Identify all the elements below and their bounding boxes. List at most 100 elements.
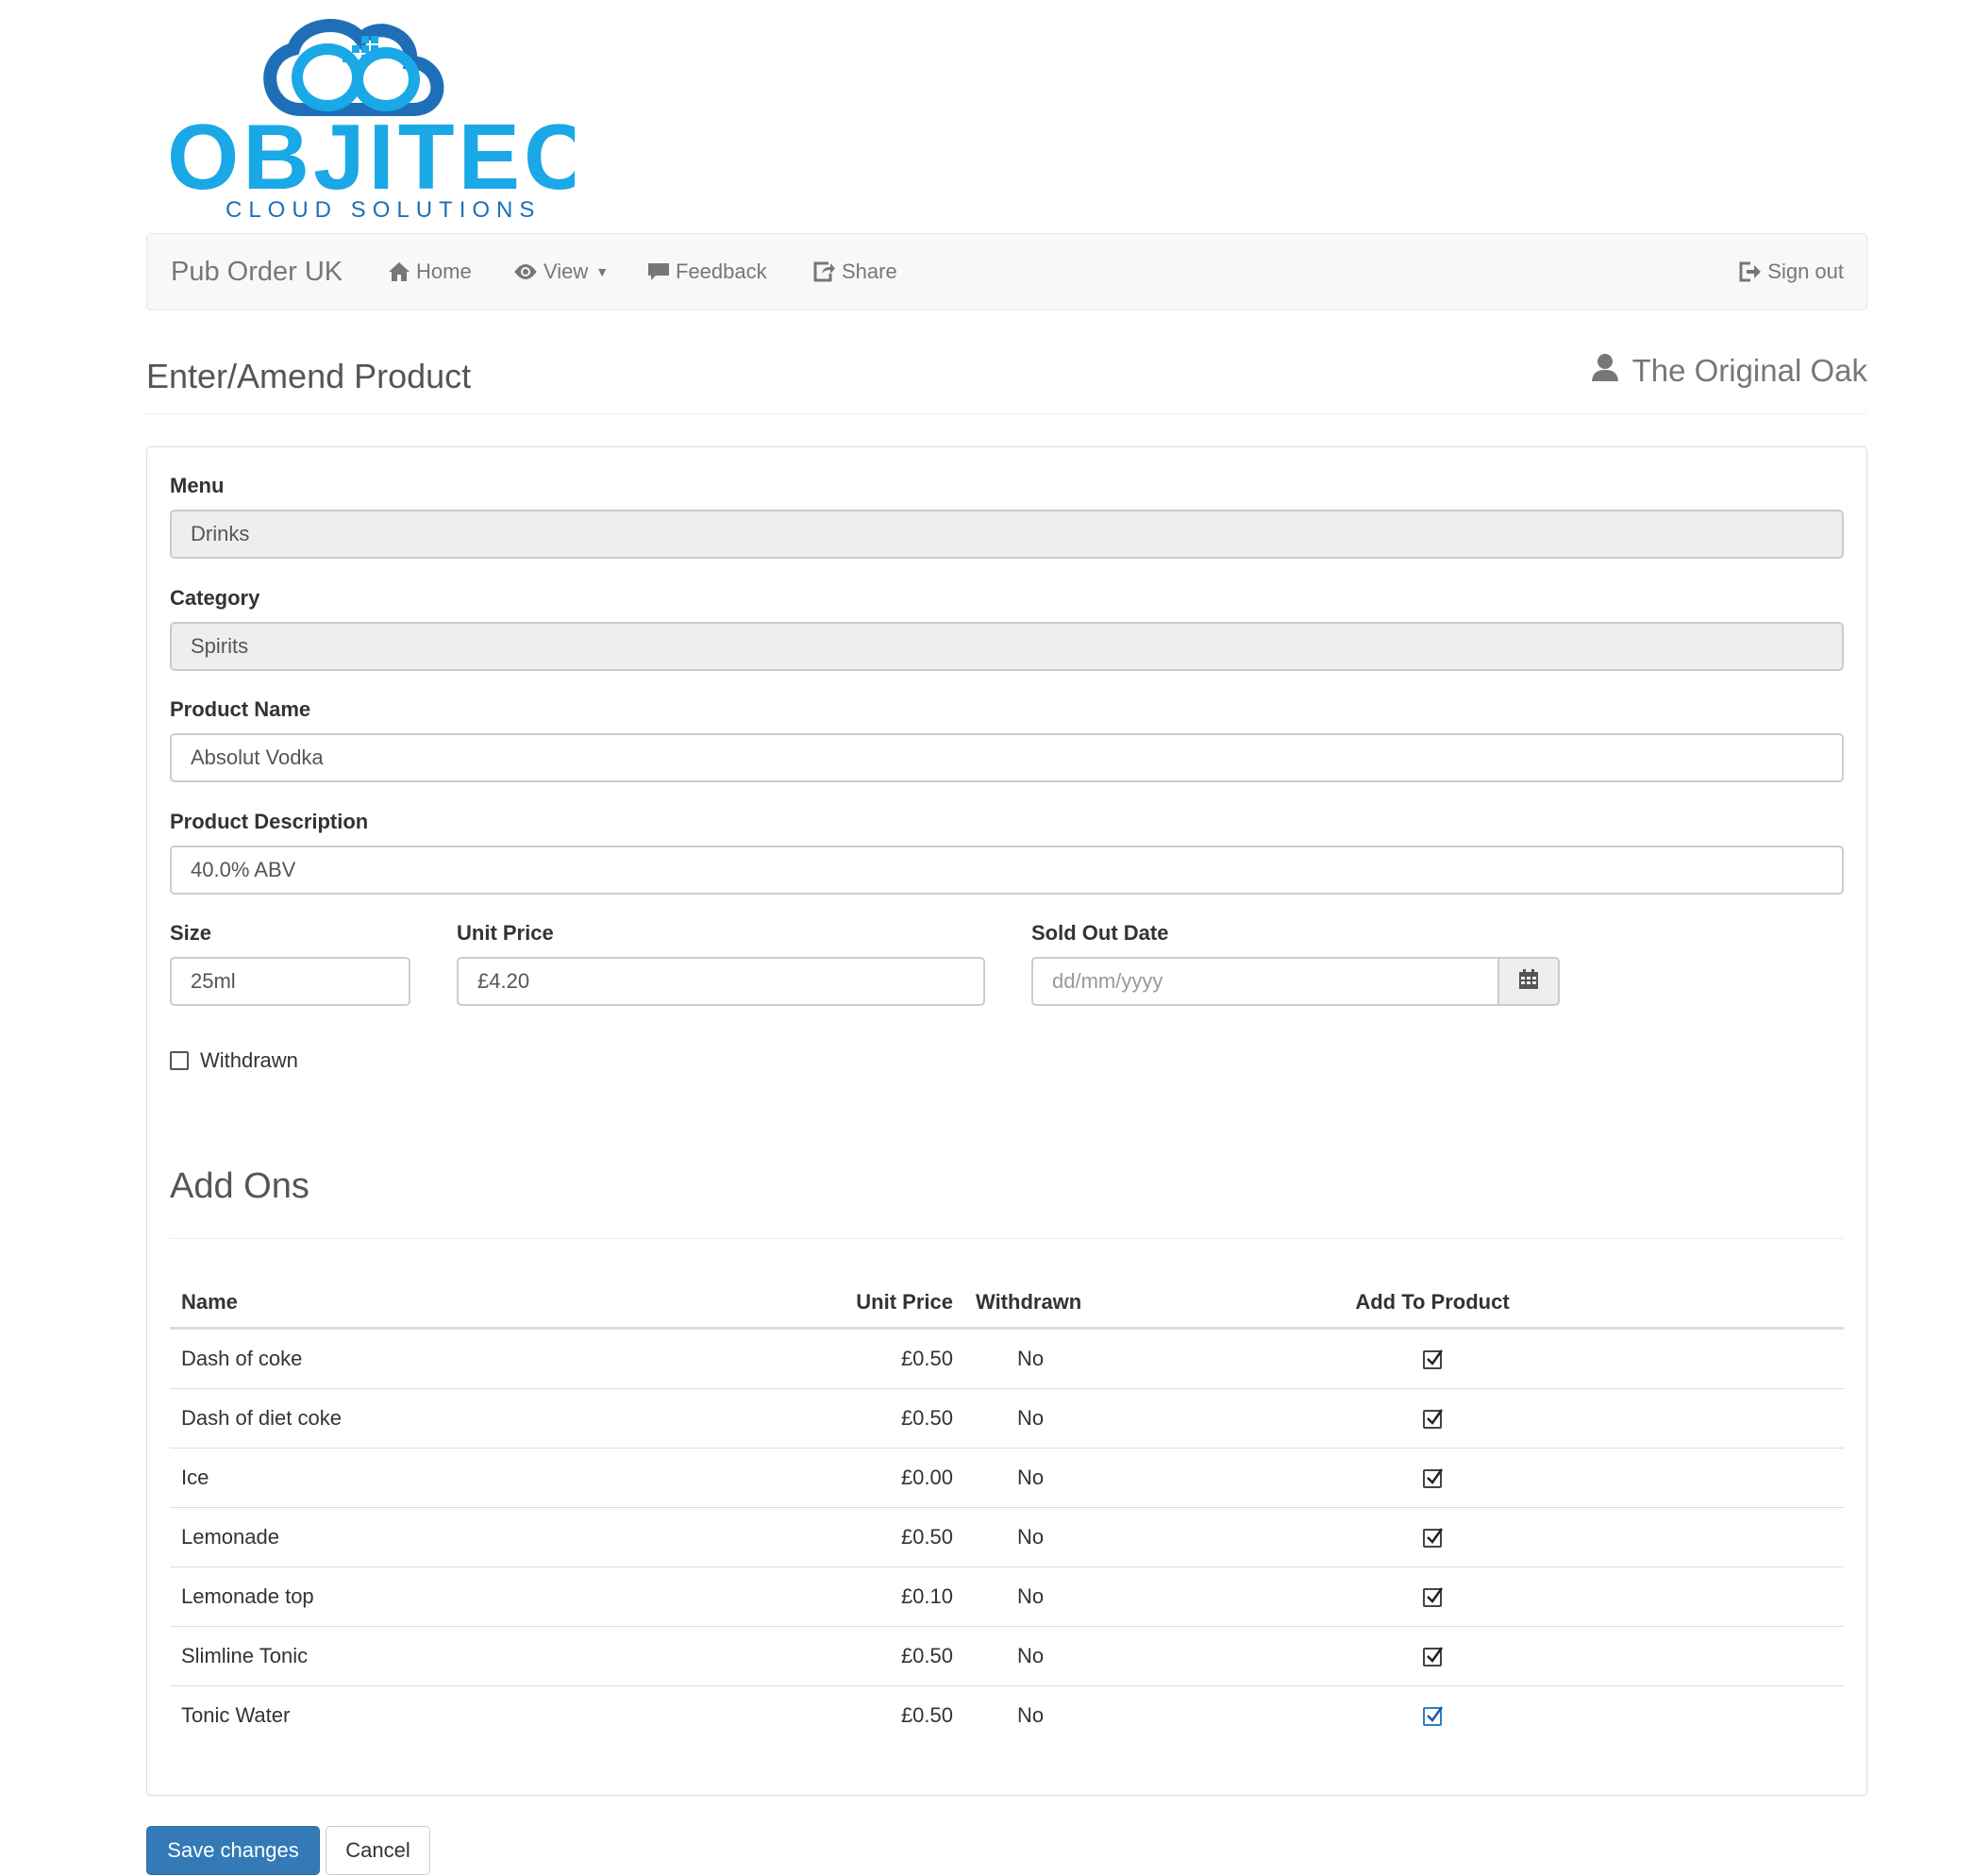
top-navbar: Pub Order UK Home View ▼ Feedback Share — [146, 233, 1867, 310]
calendar-icon — [1518, 968, 1539, 995]
nav-home[interactable]: Home — [388, 234, 472, 310]
addon-price: £0.50 — [781, 1388, 964, 1449]
table-row: Slimline Tonic £0.50 No — [170, 1626, 1844, 1686]
addon-add-cell — [1232, 1388, 1632, 1449]
share-icon — [813, 261, 836, 282]
menu-label: Menu — [170, 474, 225, 497]
addon-name: Slimline Tonic — [170, 1626, 781, 1686]
addon-name: Ice — [170, 1448, 781, 1508]
spacer-cell — [1632, 1328, 1844, 1389]
table-row: Tonic Water £0.50 No — [170, 1686, 1844, 1746]
nav-signout-label: Sign out — [1767, 260, 1844, 283]
spacer-cell — [1632, 1566, 1844, 1627]
table-row: Ice £0.00 No — [170, 1448, 1844, 1508]
company-logo: OBJITEC CLOUD SOLUTIONS — [159, 4, 575, 225]
logo-wordmark: OBJITEC — [167, 105, 575, 209]
col-add-to-product: Add To Product — [1232, 1278, 1632, 1330]
addons-table-header: Name Unit Price Withdrawn Add To Product — [170, 1278, 1844, 1330]
addon-withdrawn: No — [964, 1328, 1232, 1389]
table-row: Dash of coke £0.50 No — [170, 1328, 1844, 1389]
caret-down-icon: ▼ — [595, 264, 610, 279]
addon-add-cell — [1232, 1626, 1632, 1686]
addon-price: £0.10 — [781, 1566, 964, 1627]
sold-out-date-label: Sold Out Date — [1031, 921, 1169, 945]
spacer-cell — [1632, 1388, 1844, 1449]
comment-icon — [647, 261, 670, 282]
signout-icon — [1739, 261, 1762, 282]
add-to-product-checkbox[interactable] — [1423, 1468, 1443, 1489]
venue-label: The Original Oak — [1631, 353, 1867, 388]
page-header: Enter/Amend Product The Original Oak — [146, 340, 1867, 414]
spacer-cell — [1632, 1686, 1844, 1746]
add-to-product-checkbox[interactable] — [1423, 1349, 1443, 1370]
product-form-panel: Menu Drinks Category Spirits Product Nam… — [146, 446, 1867, 1796]
addons-table: Name Unit Price Withdrawn Add To Product… — [170, 1278, 1844, 1745]
product-name-input[interactable]: Absolut Vodka — [170, 733, 1844, 782]
nav-signout[interactable]: Sign out — [1739, 234, 1844, 310]
addon-withdrawn: No — [964, 1448, 1232, 1508]
addon-name: Tonic Water — [181, 1703, 291, 1727]
addon-withdrawn: No — [964, 1626, 1232, 1686]
add-to-product-checkbox[interactable] — [1423, 1647, 1443, 1667]
addon-add-cell — [1232, 1448, 1632, 1508]
spacer-cell — [1632, 1626, 1844, 1686]
spacer-cell — [1632, 1507, 1844, 1567]
addon-add-cell — [1232, 1328, 1632, 1389]
logo-tagline: CLOUD SOLUTIONS — [226, 197, 541, 223]
addon-add-cell — [1232, 1507, 1632, 1567]
table-row: Dash of diet coke £0.50 No — [170, 1388, 1844, 1449]
addon-withdrawn: No — [964, 1388, 1232, 1449]
add-to-product-checkbox[interactable] — [1423, 1409, 1443, 1430]
unit-price-label: Unit Price — [457, 921, 554, 945]
addons-divider — [170, 1238, 1844, 1239]
addons-section-title: Add Ons — [170, 1166, 309, 1206]
product-name-label: Product Name — [170, 697, 311, 721]
addon-name: Dash of coke — [170, 1328, 781, 1389]
addon-name: Lemonade top — [170, 1566, 781, 1627]
nav-view-dropdown[interactable]: View ▼ — [513, 234, 609, 310]
home-icon — [388, 261, 410, 282]
page-title: Enter/Amend Product — [146, 357, 472, 395]
add-to-product-checkbox[interactable] — [1423, 1528, 1443, 1549]
withdrawn-checkbox[interactable] — [170, 1051, 189, 1070]
cancel-button[interactable]: Cancel — [326, 1826, 430, 1875]
addon-add-cell — [1232, 1686, 1632, 1746]
add-to-product-checkbox[interactable] — [1423, 1587, 1443, 1608]
addon-price: £0.50 — [781, 1507, 964, 1567]
col-withdrawn: Withdrawn — [964, 1278, 1232, 1330]
addon-price: £0.50 — [781, 1328, 964, 1389]
nav-feedback[interactable]: Feedback — [647, 234, 767, 310]
menu-field[interactable]: Drinks — [170, 510, 1844, 559]
nav-view-label: View — [544, 260, 589, 283]
nav-share-label: Share — [842, 260, 897, 283]
save-changes-button[interactable]: Save changes — [146, 1826, 320, 1875]
product-description-label: Product Description — [170, 810, 369, 833]
size-label: Size — [170, 921, 212, 945]
product-description-input[interactable]: 40.0% ABV — [170, 846, 1844, 895]
category-field[interactable]: Spirits — [170, 622, 1844, 671]
venue-name: The Original Oak — [1591, 353, 1867, 389]
nav-feedback-label: Feedback — [676, 260, 767, 283]
sold-out-date-input[interactable]: dd/mm/yyyy — [1031, 957, 1499, 1006]
addon-price: £0.50 — [781, 1626, 964, 1686]
withdrawn-label: Withdrawn — [200, 1048, 298, 1072]
user-icon — [1591, 353, 1619, 389]
unit-price-input[interactable]: £4.20 — [457, 957, 985, 1006]
add-to-product-checkbox[interactable] — [1423, 1706, 1443, 1727]
addon-withdrawn: No — [964, 1566, 1232, 1627]
addon-withdrawn: No — [964, 1507, 1232, 1567]
nav-share[interactable]: Share — [813, 234, 897, 310]
col-name: Name — [170, 1278, 781, 1330]
eye-icon — [513, 263, 538, 280]
addon-add-cell — [1232, 1566, 1632, 1627]
spacer-cell — [1632, 1448, 1844, 1508]
col-unit-price: Unit Price — [781, 1278, 964, 1330]
addon-price: £0.00 — [781, 1448, 964, 1508]
calendar-button[interactable] — [1499, 957, 1560, 1006]
addon-name: Dash of diet coke — [170, 1388, 781, 1449]
size-input[interactable]: 25ml — [170, 957, 410, 1006]
addon-price: £0.50 — [900, 1703, 953, 1727]
navbar-brand[interactable]: Pub Order UK — [171, 234, 343, 310]
table-row: Lemonade £0.50 No — [170, 1507, 1844, 1567]
addon-withdrawn: No — [1017, 1703, 1045, 1727]
